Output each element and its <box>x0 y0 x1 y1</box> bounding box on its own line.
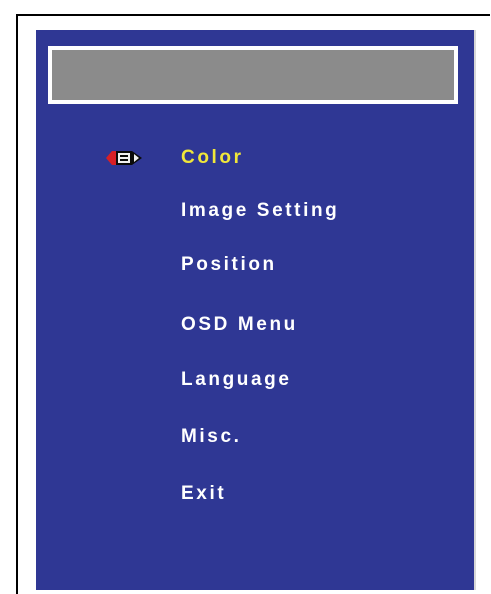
menu-item-color[interactable]: Color <box>181 146 244 170</box>
osd-menu: Color Image Setting Position OSD Menu La… <box>0 0 491 590</box>
menu-item-position[interactable]: Position <box>181 253 277 277</box>
menu-item-osd-menu[interactable]: OSD Menu <box>181 313 298 337</box>
menu-item-exit[interactable]: Exit <box>181 482 226 506</box>
menu-item-language[interactable]: Language <box>181 368 292 392</box>
menu-item-misc[interactable]: Misc. <box>181 425 242 449</box>
menu-item-image-setting[interactable]: Image Setting <box>181 199 339 223</box>
